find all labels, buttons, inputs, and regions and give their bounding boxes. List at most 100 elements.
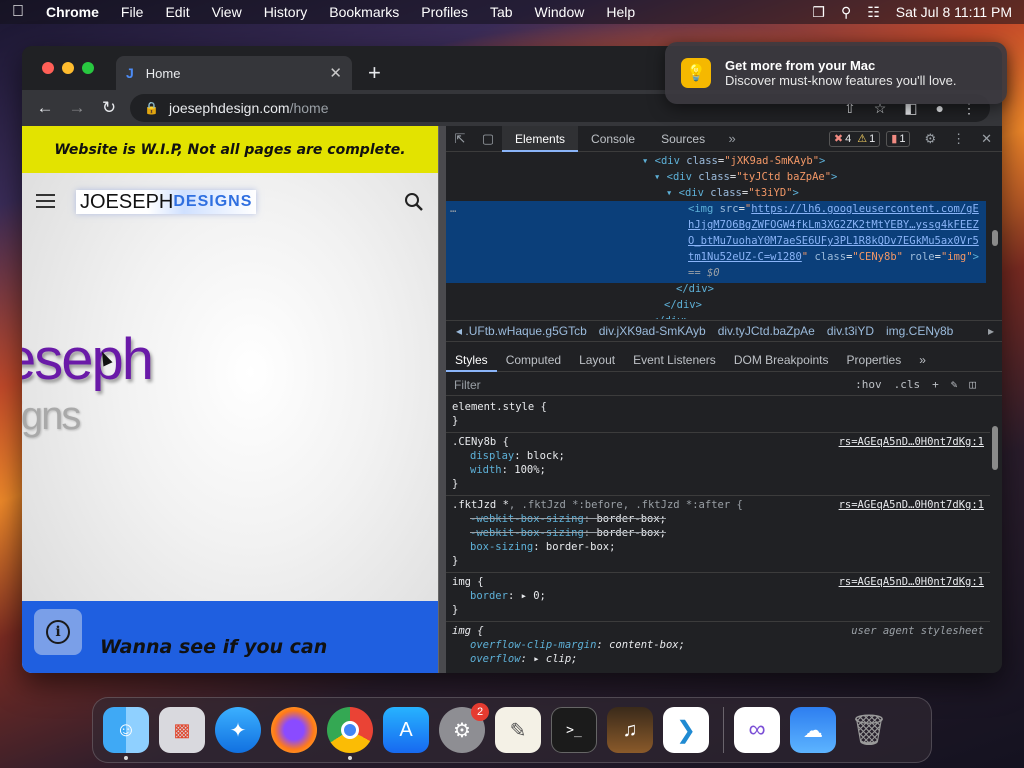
breadcrumb-item[interactable]: img.CENy8b [886,324,953,338]
spotlight-search-icon[interactable]: ⚲ [841,4,851,21]
dom-closing-tag[interactable]: </div> [446,313,990,319]
dom-node[interactable]: ▾ <div class="t3iYD"> [446,185,990,201]
rule-source-link[interactable]: rs=AGEqA5nD…0H0nt7dKg:1 [839,435,984,449]
error-warning-counter[interactable]: ✖ 4 ⚠ 1 [828,130,881,147]
tab-sources[interactable]: Sources [648,126,718,152]
subtab-properties[interactable]: Properties [838,348,911,372]
breadcrumb-item[interactable]: div.tyJCtd.baZpAe [718,324,815,338]
style-property[interactable]: display: block; [452,449,984,463]
tab-console[interactable]: Console [578,126,648,152]
menu-tab[interactable]: Tab [490,4,513,20]
style-property[interactable]: border: ▸ 0; [452,589,984,603]
style-property[interactable]: overflow: ▸ clip; [452,652,984,666]
new-tab-icon[interactable]: + [368,60,381,86]
breadcrumb-scroll-right-icon[interactable]: ▸ [988,324,994,338]
style-rule-fktjzd[interactable]: .fktJzd *, .fktJzd *:before, .fktJzd *:a… [446,496,990,573]
menu-bookmarks[interactable]: Bookmarks [329,4,399,20]
style-property[interactable]: overflow-clip-margin: content-box; [452,638,984,652]
style-rule-ceny8b[interactable]: .CENy8b { rs=AGEqA5nD…0H0nt7dKg:1 displa… [446,433,990,496]
device-toolbar-icon[interactable]: ▢ [474,131,502,147]
style-property[interactable]: width: 100%; [452,463,984,477]
toggle-sidebar-icon[interactable]: ◫ [969,378,976,391]
styles-filter-input[interactable]: Filter [454,378,824,392]
subtab-event-listeners[interactable]: Event Listeners [624,348,725,372]
styles-scrollbar[interactable] [992,426,998,470]
site-search-icon[interactable] [404,192,424,212]
zoom-window-button[interactable] [82,62,94,74]
weather-icon[interactable]: ☁ [790,707,836,753]
style-rule-element[interactable]: element.style { } [446,398,990,433]
close-tab-icon[interactable]: ✕ [329,64,342,82]
hamburger-menu-icon[interactable] [36,194,55,208]
lock-icon[interactable]: 🔒 [144,101,159,115]
devtools-settings-icon[interactable]: ⚙ [924,131,936,147]
new-style-rule-icon[interactable]: + [932,378,939,391]
breadcrumb-item[interactable]: div.t3iYD [827,324,874,338]
firefox-icon[interactable] [271,707,317,753]
devtools-splitter[interactable] [438,126,446,673]
hov-toggle[interactable]: :hov [855,378,882,391]
style-property-overridden[interactable]: -webkit-box-sizing: border-box; [452,526,984,540]
menu-edit[interactable]: Edit [165,4,189,20]
chrome-icon[interactable] [327,707,373,760]
style-rule-img[interactable]: img { rs=AGEqA5nD…0H0nt7dKg:1 border: ▸ … [446,573,990,622]
site-logo[interactable]: JOESEPH DESIGNS [76,190,257,214]
subtab-styles[interactable]: Styles [446,348,497,372]
dom-node-img-selected[interactable]: … <img src="https://lh6.googleuserconten… [446,201,990,281]
issues-counter[interactable]: ▮ 1 [886,130,911,147]
trash-icon[interactable]: 🗑 [846,707,892,753]
menu-app-name[interactable]: Chrome [46,4,99,20]
cls-toggle[interactable]: .cls [894,378,921,391]
subtab-computed[interactable]: Computed [497,348,570,372]
back-icon[interactable]: ← [36,98,54,118]
menu-history[interactable]: History [264,4,308,20]
inspect-element-icon[interactable]: ⇱ [446,131,474,147]
screen-mirroring-icon[interactable]: ❒ [812,4,825,21]
vscode-icon[interactable]: ❯ [663,707,709,753]
info-button[interactable]: i [34,609,82,655]
dom-closing-tag[interactable]: </div> [446,297,990,313]
tab-elements[interactable]: Elements [502,126,579,152]
menu-file[interactable]: File [121,4,144,20]
finder-icon[interactable]: ☺ [103,707,149,760]
terminal-icon[interactable]: >_ [551,707,597,753]
menu-window[interactable]: Window [535,4,585,20]
node-actions-icon[interactable]: … [450,201,456,217]
minimize-window-button[interactable] [62,62,74,74]
devtools-close-icon[interactable]: ✕ [981,131,992,147]
menu-help[interactable]: Help [606,4,635,20]
rule-source-link[interactable]: rs=AGEqA5nD…0H0nt7dKg:1 [839,575,984,589]
subtab-dom-breakpoints[interactable]: DOM Breakpoints [725,348,838,372]
apple-menu-icon[interactable]:  [12,3,24,21]
system-settings-icon[interactable]: ⚙ 2 [439,703,489,753]
textedit-icon[interactable]: ✎ [495,707,541,753]
style-property-overridden[interactable]: -webkit-box-sizing: border-box; [452,512,984,526]
rendering-emulation-icon[interactable]: ✎ [951,378,958,391]
close-window-button[interactable] [42,62,54,74]
style-property[interactable]: box-sizing: border-box; [452,540,984,554]
breadcrumb-item[interactable]: div.jXK9ad-SmKAyb [599,324,706,338]
macos-notification[interactable]: 💡 Get more from your Mac Discover must-k… [665,42,1007,104]
dom-scrollbar[interactable] [992,230,998,246]
reload-icon[interactable]: ↻ [100,98,118,118]
dom-node[interactable]: ▾ <div class="tyJCtd baZpAe"> [446,169,990,185]
devtools-more-icon[interactable]: ⋮ [952,131,965,147]
visual-studio-icon[interactable]: ∞ [734,707,780,753]
more-subtabs-icon[interactable]: » [910,348,935,372]
more-tabs-icon[interactable]: » [718,131,746,146]
app-store-icon[interactable]: A [383,707,429,753]
menubar-clock[interactable]: Sat Jul 8 11:11 PM [896,4,1012,20]
dom-closing-tag[interactable]: </div> [446,281,990,297]
safari-icon[interactable]: ✦ [215,707,261,753]
instruments-icon[interactable]: ♫ [607,707,653,753]
control-center-icon[interactable]: ☷ [867,4,880,21]
rule-source-link[interactable]: rs=AGEqA5nD…0H0nt7dKg:1 [839,498,984,512]
dom-node[interactable]: ▾ <div class="jXK9ad-SmKAyb"> [446,153,990,169]
menu-profiles[interactable]: Profiles [421,4,468,20]
breadcrumb-item[interactable]: ◂ .UFtb.wHaque.g5GTcb [456,324,587,338]
forward-icon[interactable]: → [68,98,86,118]
menu-view[interactable]: View [212,4,242,20]
launchpad-icon[interactable]: ▩ [159,707,205,753]
style-rule-img-user-agent[interactable]: img { user agent stylesheet overflow-cli… [446,622,990,670]
browser-tab-home[interactable]: J Home ✕ [116,56,352,90]
